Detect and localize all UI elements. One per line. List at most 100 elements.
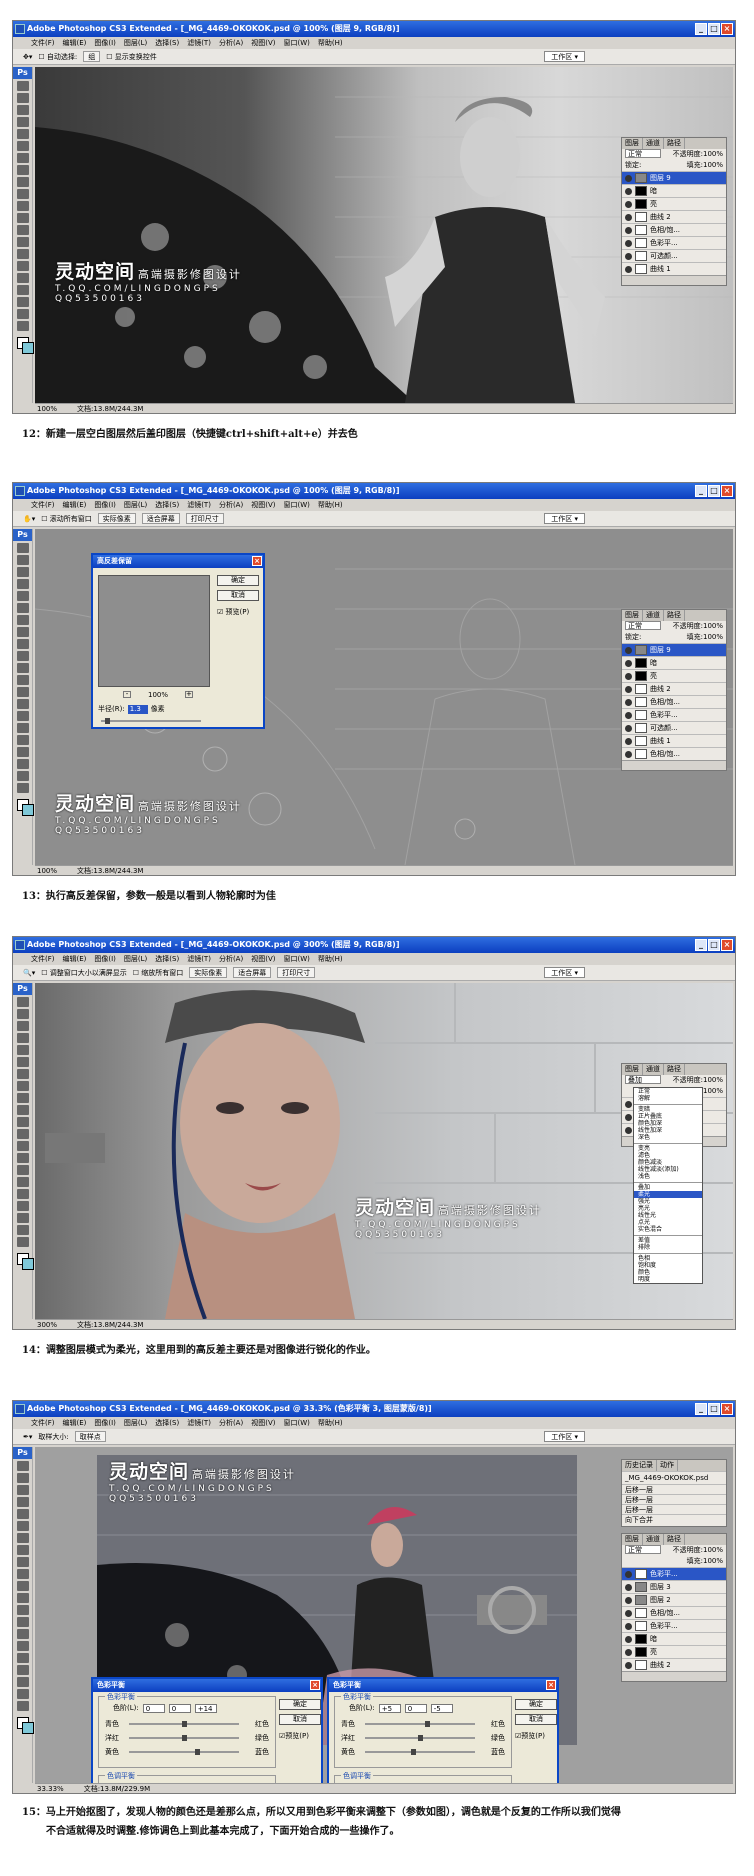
cancel-button[interactable]: 取消	[217, 590, 259, 601]
layer-row[interactable]: 色相/饱...	[622, 747, 726, 760]
color-swatch[interactable]	[16, 1253, 34, 1270]
tool-icon[interactable]	[16, 237, 29, 247]
menu-item[interactable]: 分析(A)	[219, 37, 243, 49]
tool-icon[interactable]	[16, 1605, 29, 1615]
levels-input[interactable]: 0	[168, 1703, 191, 1713]
zoom-out-button[interactable]: -	[123, 691, 131, 698]
tool-icon[interactable]	[16, 1677, 29, 1687]
tool-icon[interactable]	[16, 153, 29, 163]
opacity-input[interactable]: 100%	[703, 150, 723, 158]
menu-item[interactable]: 视图(V)	[251, 499, 275, 511]
tool-icon[interactable]	[16, 1177, 29, 1187]
blend-mode-option[interactable]: 亮光	[634, 1205, 702, 1212]
menu-item[interactable]: 帮助(H)	[318, 499, 343, 511]
tool-icon[interactable]	[16, 273, 29, 283]
tool-icon[interactable]	[16, 1653, 29, 1663]
menu-item[interactable]: 窗口(W)	[283, 37, 309, 49]
tool-icon[interactable]	[16, 603, 29, 613]
menu-item[interactable]: 图像(I)	[94, 499, 116, 511]
slider-knob[interactable]	[418, 1735, 423, 1741]
menu-item[interactable]: 视图(V)	[251, 953, 275, 965]
layer-row[interactable]: 亮	[622, 197, 726, 210]
tool-icon[interactable]	[16, 1057, 29, 1067]
tool-icon[interactable]	[16, 1093, 29, 1103]
tool-icon[interactable]	[16, 1545, 29, 1555]
menu-item[interactable]: 窗口(W)	[283, 1417, 309, 1429]
menu-item[interactable]: 编辑(E)	[63, 953, 87, 965]
blend-mode-option[interactable]: 实色混合	[634, 1226, 702, 1233]
layer-row[interactable]: 曲线 1	[622, 262, 726, 275]
tool-icon[interactable]	[16, 663, 29, 673]
history-item[interactable]: 向下合并	[622, 1514, 726, 1524]
tool-icon[interactable]	[16, 1141, 29, 1151]
tool-icon[interactable]	[16, 141, 29, 151]
zoom-all-checkbox[interactable]: ☐ 缩放所有窗口	[133, 968, 184, 978]
blend-mode-option[interactable]: 正常	[634, 1088, 702, 1095]
maximize-button[interactable]: □	[708, 23, 720, 35]
panel-tab[interactable]: 动作	[657, 1460, 678, 1471]
preview-checkbox[interactable]: ☑ 预览(P)	[217, 607, 249, 617]
dialog-close-button[interactable]: ×	[310, 1680, 320, 1690]
close-button[interactable]: ×	[721, 23, 733, 35]
blend-mode-option[interactable]: 线性光	[634, 1212, 702, 1219]
menu-item[interactable]: 帮助(H)	[318, 1417, 343, 1429]
eye-icon[interactable]	[625, 698, 632, 706]
tool-icon[interactable]	[16, 1237, 29, 1247]
panel-tab[interactable]: 图层	[622, 1064, 643, 1075]
blend-mode-option[interactable]: 色相	[634, 1255, 702, 1262]
radius-input[interactable]: 1.3	[127, 704, 148, 714]
blend-mode-option[interactable]: 正片叠底	[634, 1113, 702, 1120]
layer-row[interactable]: 曲线 1	[622, 734, 726, 747]
layer-row[interactable]: 色彩平...	[622, 236, 726, 249]
menu-item[interactable]: 图像(I)	[94, 37, 116, 49]
layer-row[interactable]: 曲线 2	[622, 682, 726, 695]
tool-icon[interactable]	[16, 189, 29, 199]
eye-icon[interactable]	[625, 646, 632, 654]
menu-item[interactable]: 选择(S)	[155, 953, 179, 965]
menu-item[interactable]: 编辑(E)	[63, 37, 87, 49]
layer-row[interactable]: 色彩平...	[622, 1567, 726, 1580]
color-swatch[interactable]	[16, 799, 34, 816]
blend-mode-option[interactable]: 柔光	[634, 1191, 702, 1198]
tool-icon[interactable]	[16, 201, 29, 211]
tool-icon[interactable]	[16, 1569, 29, 1579]
eye-icon[interactable]	[625, 1661, 632, 1669]
menu-item[interactable]: 分析(A)	[219, 499, 243, 511]
document-canvas[interactable]: 灵动空间 高端摄影修图设计 T.QQ.COM/LINGDONGPS QQ5350…	[35, 983, 733, 1319]
fill-input[interactable]: 100%	[703, 161, 723, 169]
blend-mode-dropdown[interactable]: 正常	[625, 149, 661, 158]
tool-icon[interactable]	[16, 1521, 29, 1531]
tool-icon[interactable]	[16, 1225, 29, 1235]
tool-icon[interactable]	[16, 1665, 29, 1675]
menu-item[interactable]: 选择(S)	[155, 499, 179, 511]
levels-input[interactable]: -5	[430, 1703, 453, 1713]
layer-row[interactable]: 色彩平...	[622, 708, 726, 721]
menu-item[interactable]: 滤镜(T)	[187, 37, 211, 49]
menu-item[interactable]: 图像(I)	[94, 1417, 116, 1429]
tool-icon[interactable]	[16, 213, 29, 223]
document-canvas[interactable]: 灵动空间 高端摄影修图设计 T.QQ.COM/LINGDONGPS QQ5350…	[35, 1447, 733, 1783]
tool-icon[interactable]	[16, 177, 29, 187]
blend-mode-option[interactable]: 排除	[634, 1244, 702, 1251]
tool-icon[interactable]	[16, 675, 29, 685]
blend-mode-dropdown[interactable]: 正常	[625, 1545, 661, 1554]
close-button[interactable]: ×	[721, 1403, 733, 1415]
eye-icon[interactable]	[625, 1583, 632, 1591]
tool-icon[interactable]	[16, 591, 29, 601]
tool-icon[interactable]	[16, 1201, 29, 1211]
menu-item[interactable]: 选择(S)	[155, 37, 179, 49]
menu-item[interactable]: 窗口(W)	[283, 953, 309, 965]
hand-tool-icon[interactable]: ✋▾	[23, 515, 35, 523]
tool-icon[interactable]	[16, 615, 29, 625]
tool-icon[interactable]	[16, 711, 29, 721]
layer-row[interactable]: 曲线 2	[622, 210, 726, 223]
dialog-close-button[interactable]: ×	[546, 1680, 556, 1690]
tool-icon[interactable]	[16, 1105, 29, 1115]
layer-row[interactable]: 色相/饱...	[622, 695, 726, 708]
radius-slider-knob[interactable]	[105, 718, 110, 724]
blend-mode-option[interactable]: 颜色	[634, 1269, 702, 1276]
cancel-button[interactable]: 取消	[279, 1714, 321, 1725]
tool-icon[interactable]	[16, 93, 29, 103]
eye-icon[interactable]	[625, 226, 632, 234]
blend-mode-option[interactable]: 强光	[634, 1198, 702, 1205]
